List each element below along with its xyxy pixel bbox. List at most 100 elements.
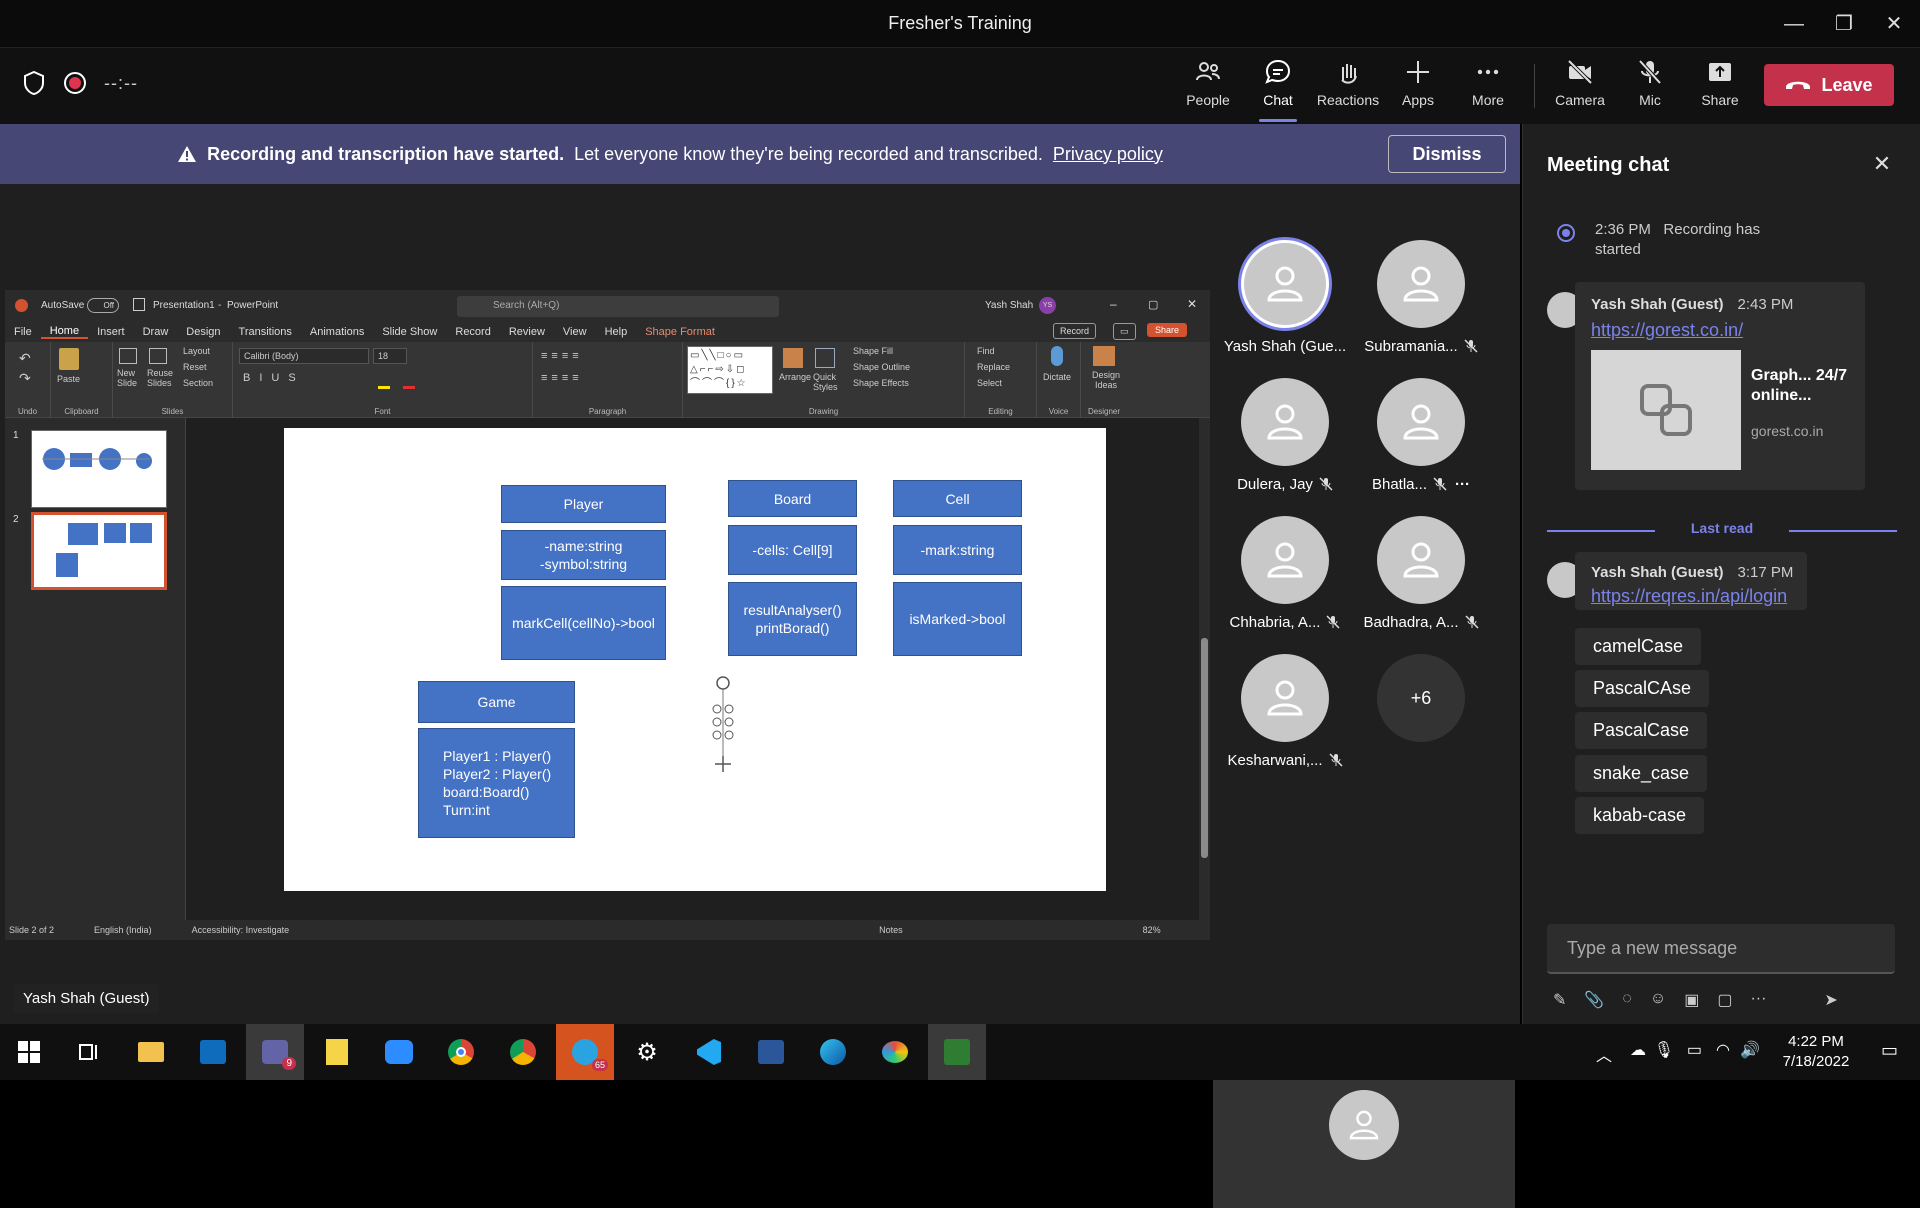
more-button[interactable]: More [1453,58,1523,116]
start-icon[interactable] [0,1024,58,1080]
privacy-policy-link[interactable]: Privacy policy [1053,144,1163,165]
ppt-tab-draw[interactable]: Draw [134,326,178,338]
font-color-icon[interactable] [403,386,415,389]
slide-thumbnail-2[interactable] [31,512,167,590]
ppt-close[interactable]: ✕ [1187,297,1197,311]
message-link[interactable]: https://gorest.co.in/ [1591,320,1743,341]
telegram-icon[interactable]: 65 [556,1024,614,1080]
link-preview-image[interactable] [1591,350,1741,470]
ppt-tab-review[interactable]: Review [500,326,554,338]
notifications-icon[interactable]: ▭ [1881,1040,1898,1061]
reactions-button[interactable]: Reactions [1313,58,1383,116]
highlight-icon[interactable] [378,386,390,389]
people-button[interactable]: People [1173,58,1243,116]
ppt-tab-view[interactable]: View [554,326,596,338]
presentation-app-icon[interactable] [928,1024,986,1080]
ppt-tab-slideshow[interactable]: Slide Show [373,326,446,338]
ppt-tab-file[interactable]: File [5,326,41,338]
shape-effects-button[interactable]: Shape Effects [853,378,909,388]
game-class-body[interactable]: Player1 : Player() Player2 : Player() bo… [418,728,575,838]
participant-tile[interactable]: Yash Shah (Gue... [1210,240,1360,370]
chrome-icon[interactable] [432,1024,490,1080]
ppt-tab-help[interactable]: Help [596,326,637,338]
share-button[interactable]: Share [1685,58,1755,116]
send-icon[interactable]: ➤ [1824,990,1837,1010]
ppt-search-box[interactable]: Search (Alt+Q) [457,296,779,317]
ppt-minimize[interactable]: – [1110,297,1117,311]
paste-icon[interactable] [59,348,79,370]
game-class-title[interactable]: Game [418,681,575,723]
replace-button[interactable]: Replace [977,362,1010,372]
save-icon[interactable] [133,298,145,311]
board-class-title[interactable]: Board [728,480,857,517]
cell-class-methods[interactable]: isMarked->bool [893,582,1022,656]
ppt-tab-home[interactable]: Home [40,325,89,339]
font-style-buttons[interactable]: BIUS [243,372,305,384]
task-view-icon[interactable] [60,1024,118,1080]
chat-button[interactable]: Chat [1243,58,1313,122]
participant-tile[interactable]: Chhabria, A... [1210,516,1360,646]
find-button[interactable]: Find [977,346,995,356]
settings-icon[interactable]: ⚙ [618,1024,676,1080]
ppt-restore[interactable]: ▢ [1148,298,1158,311]
shapes-gallery[interactable]: ▭╲╲□○▭ △⌐⌐⇨⇩◻ ⌒⌒⌒{}☆ [687,346,773,394]
apps-button[interactable]: Apps [1383,58,1453,116]
new-slide-icon[interactable] [119,348,137,364]
reuse-slides-icon[interactable] [149,348,167,364]
ppt-tab-design[interactable]: Design [177,326,229,338]
sticker-icon[interactable]: ▢ [1717,990,1732,1010]
battery-icon[interactable]: ▭ [1687,1040,1702,1060]
design-ideas-icon[interactable] [1093,346,1115,366]
file-explorer-icon[interactable] [122,1024,180,1080]
slide-thumbnail-1[interactable] [31,430,167,508]
attach-icon[interactable]: 📎 [1584,990,1604,1010]
participant-tile[interactable]: Dulera, Jay [1210,378,1360,508]
player-class-title[interactable]: Player [501,485,666,523]
cell-class-attrs[interactable]: -mark:string [893,525,1022,575]
shield-icon[interactable] [22,70,46,96]
player-class-methods[interactable]: markCell(cellNo)->bool [501,586,666,660]
ppt-record-button[interactable]: Record [1053,323,1097,339]
participant-tile[interactable]: Bhatla... ··· [1346,378,1496,508]
message-input[interactable]: Type a new message [1547,924,1895,974]
restore-button[interactable]: ❐ [1816,6,1872,42]
teams-icon[interactable]: 9 [246,1024,304,1080]
reset-button[interactable]: Reset [183,362,207,372]
preview-title[interactable]: Graph... 24/7 online... [1751,366,1851,406]
zoom-icon[interactable] [370,1024,428,1080]
participant-tile[interactable]: Badhadra, A... [1346,516,1496,646]
chrome-profile-icon[interactable] [494,1024,552,1080]
cell-class-title[interactable]: Cell [893,480,1022,517]
ppt-tab-insert[interactable]: Insert [88,326,134,338]
chevron-up-icon[interactable]: ︿ [1596,1042,1612,1066]
close-chat-icon[interactable]: ✕ [1870,152,1894,176]
loop-icon[interactable]: ◌ [1622,990,1632,1010]
participant-tile[interactable]: Subramania... [1346,240,1496,370]
quick-styles-icon[interactable] [815,348,835,368]
board-class-attrs[interactable]: -cells: Cell[9] [728,525,857,575]
ppt-tab-shape-format[interactable]: Shape Format [636,326,724,338]
autosave-toggle[interactable]: Off [87,298,119,313]
font-family-select[interactable]: Calibri (Body) [239,348,369,364]
paint-icon[interactable] [866,1024,924,1080]
arrange-icon[interactable] [783,348,803,368]
section-button[interactable]: Section [183,378,213,388]
accessibility[interactable]: Accessibility: Investigate [192,925,290,935]
message-link[interactable]: https://reqres.in/api/login [1591,586,1787,607]
font-size-select[interactable]: 18 [373,348,407,364]
ppt-tab-transitions[interactable]: Transitions [230,326,301,338]
layout-button[interactable]: Layout [183,346,210,356]
mic-tray-icon[interactable]: 🎙 [1654,1040,1674,1060]
ppt-tab-record[interactable]: Record [446,326,499,338]
ppt-tab-animations[interactable]: Animations [301,326,373,338]
format-icon[interactable]: ✎ [1553,990,1566,1010]
ppt-share-button[interactable]: Share [1147,323,1188,337]
participant-more-icon[interactable]: ··· [1455,476,1470,493]
edge-icon[interactable] [804,1024,862,1080]
overflow-participants[interactable]: +6 [1346,654,1496,784]
undo-icon[interactable]: ↶ [19,350,31,367]
close-window-button[interactable]: ✕ [1866,6,1920,42]
list-icons[interactable]: ≡≡≡≡ [541,350,583,362]
language[interactable]: English (India) [94,925,152,935]
outlook-icon[interactable] [184,1024,242,1080]
